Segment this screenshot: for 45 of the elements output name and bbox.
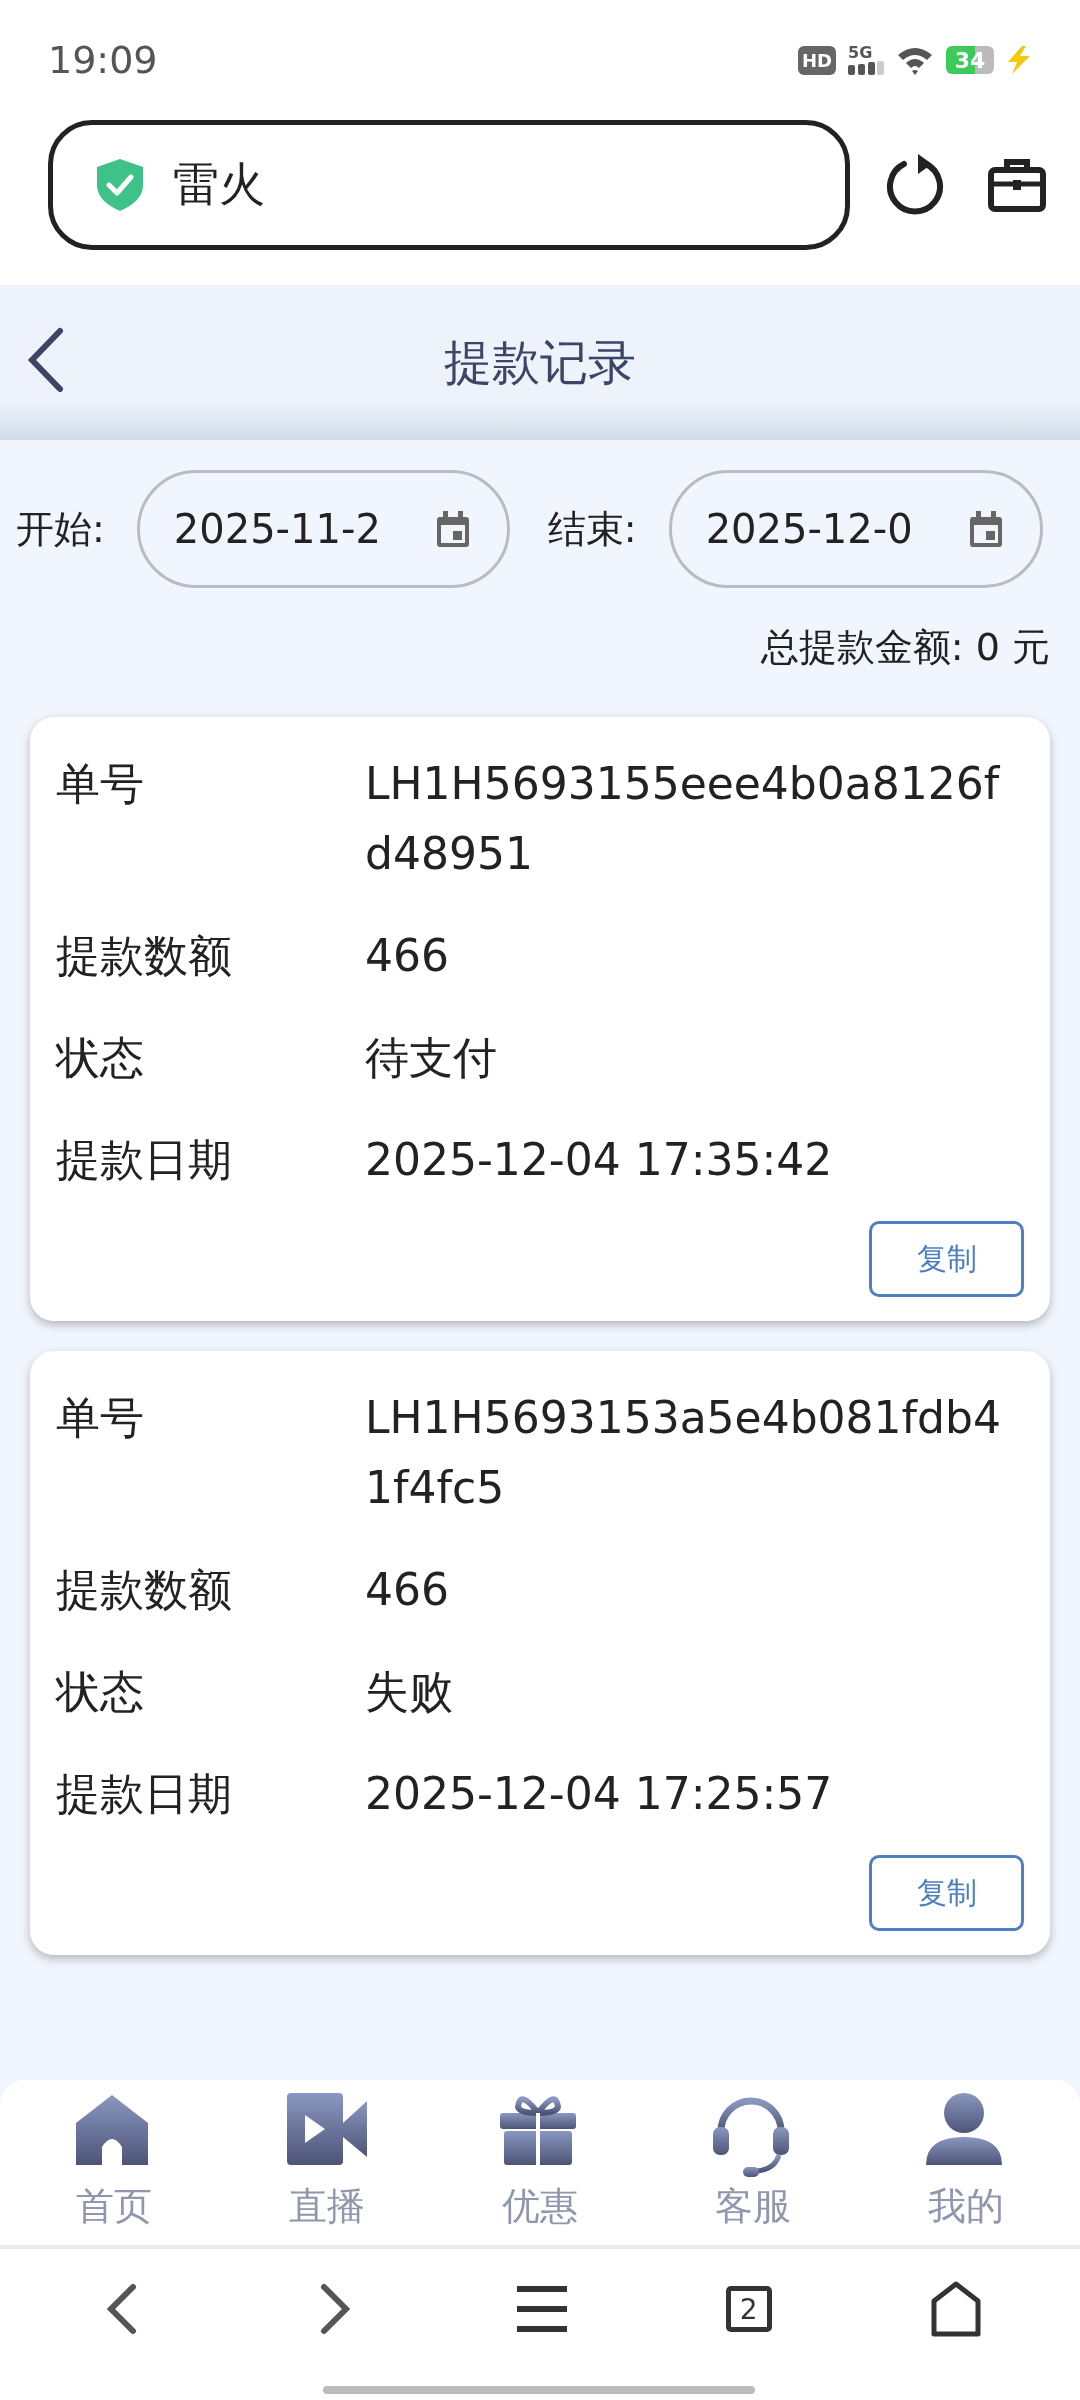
nav-tab[interactable]: 客服: [672, 2092, 833, 2233]
total-amount: 总提款金额: 0 元: [760, 624, 1050, 671]
address-bar[interactable]: 雷火: [48, 120, 850, 250]
calendar-icon: [967, 511, 1004, 547]
date-field[interactable]: 2025-11-2: [136, 470, 510, 588]
home-icon[interactable]: [930, 2281, 981, 2337]
field-value: LH1H5693153a5e4b081fdb41f4fc5: [365, 1391, 1002, 1515]
back-icon: [26, 327, 66, 393]
field-label: 单号: [56, 757, 145, 811]
clock: 19:09: [48, 38, 158, 82]
field-value: LH1H5693155eee4b0a8126fd48951: [365, 757, 1001, 881]
nav-tab[interactable]: 我的: [885, 2092, 1046, 2233]
copy-button[interactable]: 复制: [869, 1221, 1024, 1297]
field-value: 2025-12-04 17:35:42: [365, 1133, 834, 1187]
field-value: 失败: [365, 1665, 454, 1719]
toolbox-icon[interactable]: [988, 158, 1046, 212]
field-value: 待支付: [365, 1031, 498, 1085]
field-label: 提款日期: [56, 1767, 233, 1821]
reload-icon[interactable]: [886, 154, 944, 216]
nav-tab[interactable]: 直播: [247, 2092, 408, 2233]
field-value: 2025-12-04 17:25:57: [365, 1767, 834, 1821]
field-value: 466: [365, 1563, 450, 1617]
network-type: 5G: [848, 45, 873, 61]
nav-tab[interactable]: 优惠: [460, 2092, 620, 2233]
field-value: 466: [365, 929, 450, 983]
hd-badge: HD: [798, 45, 836, 75]
signal-icon: [848, 61, 884, 75]
date-field[interactable]: 2025-12-0: [668, 470, 1043, 588]
field-label: 状态: [56, 1031, 145, 1085]
tabs-button[interactable]: 2: [725, 2286, 772, 2332]
field-label: 提款日期: [56, 1133, 233, 1187]
field-label: 单号: [56, 1391, 145, 1445]
wifi-icon: [896, 45, 934, 75]
shield-check-icon: [97, 159, 143, 211]
field-label: 提款数额: [56, 1563, 233, 1617]
date-label: 开始:: [16, 505, 105, 553]
date-label: 结束:: [547, 505, 637, 553]
page-title: 提款记录: [444, 332, 636, 392]
charging-icon: [1006, 46, 1032, 74]
calendar-icon: [434, 511, 471, 547]
copy-button[interactable]: 复制: [869, 1855, 1024, 1931]
site-title: 雷火: [173, 156, 265, 213]
nav-tab[interactable]: 首页: [34, 2092, 195, 2233]
field-label: 状态: [56, 1665, 145, 1719]
field-label: 提款数额: [56, 929, 233, 983]
